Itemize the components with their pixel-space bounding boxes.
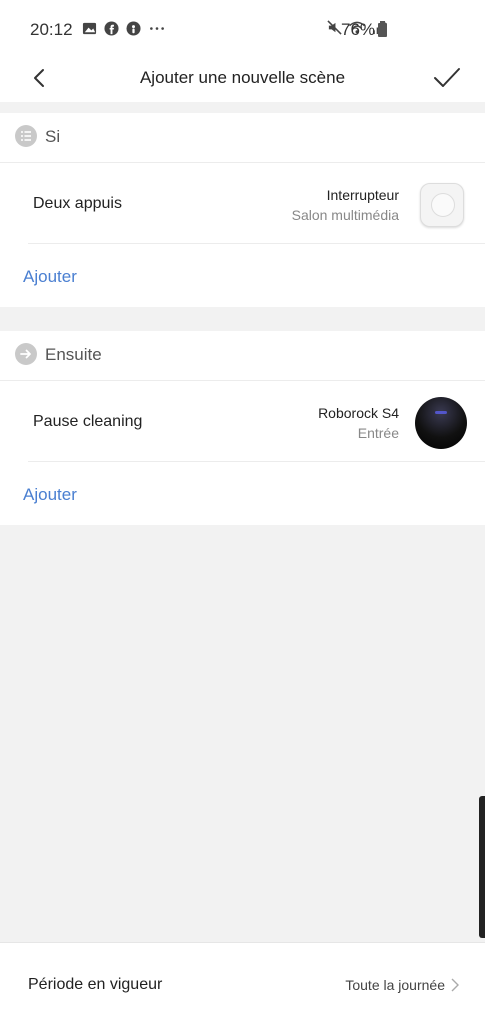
add-condition-button[interactable]: Ajouter [23,267,77,287]
image-icon [82,22,97,35]
condition-device: Interrupteur [326,187,399,203]
action-row[interactable]: Pause cleaning Roborock S4 Entrée [0,381,485,462]
messenger-icon [126,21,141,36]
effective-period-label: Période en vigueur [28,976,163,993]
mute-icon [327,20,342,35]
battery-icon [378,21,387,37]
action-header: Ensuite [0,331,485,381]
scrollbar[interactable] [479,796,485,938]
action-room: Entrée [357,425,399,441]
divider [28,461,485,462]
robot-vacuum-icon [415,397,467,449]
action-label: Ensuite [45,345,102,364]
page-title: Ajouter une nouvelle scène [139,68,346,87]
condition-room: Salon multimédia [291,207,399,223]
arrow-right-icon [15,343,37,365]
condition-section: Si Deux appuis Interrupteur Salon multim… [0,113,485,307]
divider [28,243,485,244]
chevron-right-icon [451,978,459,992]
status-time: 20:12 [30,20,73,39]
facebook-icon [104,21,119,36]
battery-percent: 76% [341,20,376,39]
add-action-button[interactable]: Ajouter [23,485,77,505]
status-bar: 20:12 76% [0,0,485,60]
action-device: Roborock S4 [318,405,399,421]
condition-header: Si [0,113,485,163]
effective-period-value: Toute la journée [345,977,445,993]
condition-row[interactable]: Deux appuis Interrupteur Salon multimédi… [0,163,485,244]
action-title: Pause cleaning [33,413,143,430]
status-left-icons [82,21,166,36]
action-section: Ensuite Pause cleaning Roborock S4 Entré… [0,331,485,525]
checkmark-icon[interactable] [432,64,462,92]
list-icon [15,125,37,147]
effective-period-row[interactable]: Période en vigueur Toute la journée [0,942,485,1025]
wireless-switch-icon [420,183,464,227]
condition-label: Si [45,127,61,146]
condition-title: Deux appuis [33,195,122,212]
more-dots-icon [150,27,164,30]
title-bar: Ajouter une nouvelle scène [0,60,485,102]
